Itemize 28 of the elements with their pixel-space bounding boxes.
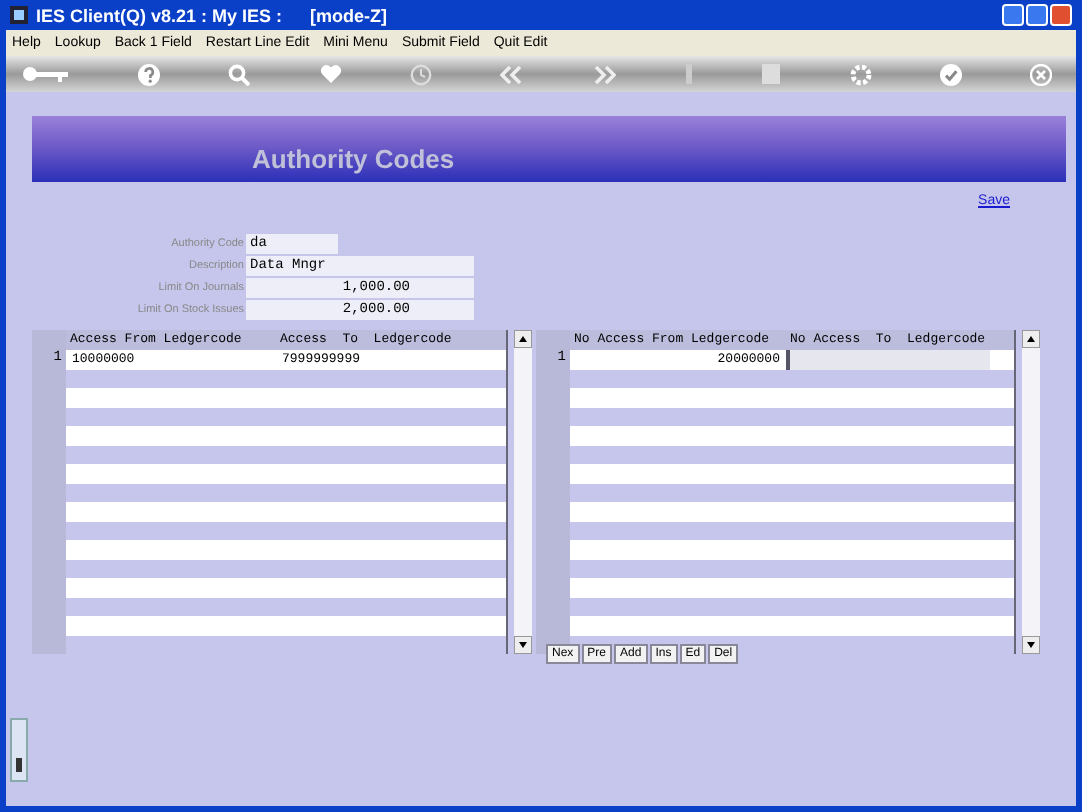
app-icon (10, 6, 28, 24)
rewind-icon[interactable] (499, 65, 524, 83)
clock-icon[interactable] (409, 63, 432, 85)
minimize-icon[interactable] (1002, 4, 1024, 26)
window-title: IES Client(Q) v8.21 : My IES : (36, 5, 283, 25)
maximize-icon[interactable] (1026, 4, 1048, 26)
side-tab[interactable] (10, 718, 28, 782)
scrollbar[interactable] (1022, 330, 1040, 654)
scrollbar[interactable] (514, 330, 532, 654)
gear-icon[interactable] (849, 63, 872, 85)
search-icon[interactable] (228, 63, 251, 85)
bar-icon[interactable] (684, 64, 695, 84)
grip-icon (16, 758, 22, 772)
mode-label: [mode-Z] (310, 5, 388, 25)
heart-icon[interactable] (319, 64, 342, 84)
close-icon[interactable] (1050, 4, 1072, 26)
scroll-down-icon[interactable] (1022, 636, 1040, 654)
check-icon[interactable] (939, 63, 962, 85)
help-icon[interactable] (138, 63, 161, 85)
input-field[interactable] (786, 350, 990, 369)
key-icon[interactable] (22, 64, 70, 84)
scroll-down-icon[interactable] (514, 636, 532, 654)
scroll-up-icon[interactable] (1022, 330, 1040, 348)
close-icon[interactable] (1029, 63, 1052, 85)
scroll-up-icon[interactable] (514, 330, 532, 348)
square-icon[interactable] (762, 64, 781, 84)
forward-icon[interactable] (592, 65, 617, 83)
page-title: Authority Codes (252, 144, 455, 174)
